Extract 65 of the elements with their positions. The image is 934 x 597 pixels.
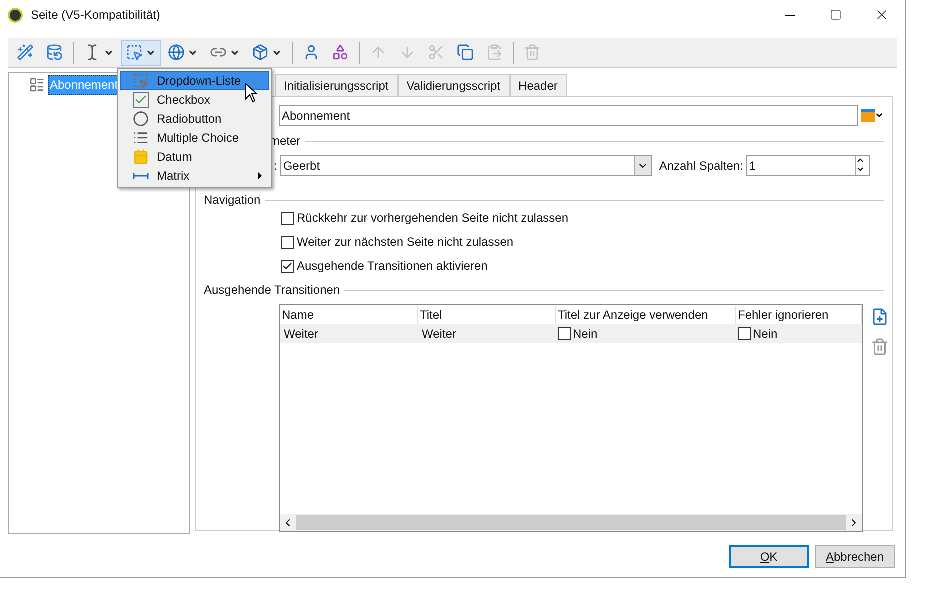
checkbox[interactable] bbox=[281, 212, 294, 224]
list-icon bbox=[133, 130, 149, 146]
tab[interactable]: Validierungsscript bbox=[398, 74, 510, 96]
copy-icon bbox=[457, 44, 474, 61]
minimize-icon bbox=[785, 14, 795, 16]
calendar-icon bbox=[133, 148, 149, 164]
radio-icon bbox=[133, 110, 149, 126]
group-legend: Ausgehende Transitionen bbox=[204, 281, 340, 299]
checkbox-label: Rückkehr zur vorhergehenden Seite nicht zulassen bbox=[297, 210, 568, 227]
label-field[interactable]: Abonnement bbox=[279, 105, 858, 126]
user-icon bbox=[303, 44, 320, 61]
mouse-cursor-icon bbox=[245, 83, 259, 103]
columns-label: Anzahl Spalten: bbox=[659, 158, 744, 174]
page-icon bbox=[29, 77, 45, 93]
checkbox-icon bbox=[133, 92, 149, 108]
columns-spinner[interactable]: 1 bbox=[746, 155, 870, 176]
magic-wand-icon bbox=[17, 44, 34, 61]
window-title: Seite (V5-Kompatibilität) bbox=[31, 7, 160, 24]
menu-item[interactable]: Multiple Choice bbox=[120, 128, 269, 147]
dialog-button[interactable]: OK bbox=[729, 545, 809, 568]
globe-icon bbox=[168, 44, 185, 61]
menu-item[interactable]: Checkbox bbox=[120, 90, 269, 109]
table-cell-text: Nein bbox=[753, 326, 778, 342]
database-icon bbox=[46, 44, 63, 61]
table-cell-text: Nein bbox=[573, 326, 598, 342]
form-icon bbox=[861, 109, 875, 122]
table-cell-text: Weiter bbox=[421, 326, 458, 342]
checkbox[interactable] bbox=[558, 327, 571, 340]
arrow-down-icon bbox=[399, 44, 416, 61]
toolbar-button[interactable] bbox=[121, 40, 161, 66]
menu-item[interactable]: Matrix bbox=[120, 166, 269, 185]
maximize-icon bbox=[830, 9, 842, 21]
layout-label: : bbox=[274, 158, 278, 174]
table-cell-text: Weiter bbox=[283, 326, 320, 342]
spin-down-icon bbox=[856, 165, 866, 174]
add-file-icon[interactable] bbox=[871, 308, 889, 326]
group-legend: Navigation bbox=[204, 191, 261, 209]
checkbox[interactable] bbox=[738, 327, 751, 340]
trash-icon bbox=[524, 44, 541, 61]
checkbox[interactable] bbox=[281, 260, 294, 272]
app-logo-icon bbox=[8, 8, 23, 22]
horizontal-scrollbar[interactable] bbox=[280, 514, 862, 531]
submenu-arrow-icon bbox=[258, 172, 262, 180]
arrow-up-icon bbox=[370, 44, 387, 61]
matrix-icon bbox=[133, 172, 149, 180]
caret-icon bbox=[875, 111, 884, 120]
box-icon bbox=[252, 44, 269, 61]
trash-icon[interactable] bbox=[871, 338, 889, 356]
scissors-icon bbox=[428, 44, 445, 61]
tab[interactable]: Header bbox=[510, 74, 567, 96]
spin-up-icon bbox=[856, 156, 866, 165]
menu-item[interactable]: Datum bbox=[120, 147, 269, 166]
layout-select[interactable]: Geerbt bbox=[280, 155, 652, 176]
shapes-icon bbox=[332, 44, 349, 61]
menu-item[interactable]: Dropdown-Liste bbox=[120, 71, 269, 90]
checkbox[interactable] bbox=[281, 236, 294, 248]
pointer-icon bbox=[133, 72, 149, 88]
tab[interactable]: Initialisierungsscript bbox=[275, 74, 398, 96]
checkbox-label: Weiter zur nächsten Seite nicht zulassen bbox=[297, 234, 514, 251]
paste-icon bbox=[486, 44, 503, 61]
checkbox-label: Ausgehende Transitionen aktivieren bbox=[297, 258, 488, 275]
options-button[interactable] bbox=[861, 109, 884, 122]
table-row[interactable]: Weiter Weiter Nein Nein bbox=[280, 324, 862, 343]
menu-item[interactable]: Radiobutton bbox=[120, 109, 269, 128]
dialog-button[interactable]: Abbrechen bbox=[815, 545, 895, 568]
